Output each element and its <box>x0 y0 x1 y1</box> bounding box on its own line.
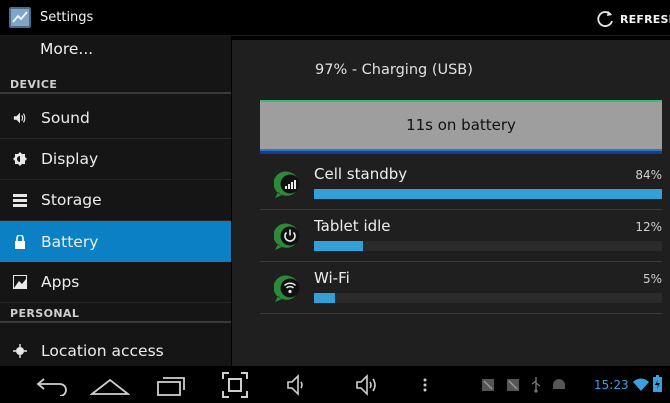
section-label: DEVICE <box>10 78 58 91</box>
sidebar-item-label: Storage <box>41 191 102 209</box>
sidebar-item-label: Display <box>41 150 99 168</box>
speaker-icon <box>13 111 27 125</box>
apps-icon <box>13 275 27 289</box>
usb-icon <box>531 377 541 393</box>
sidebar-item-storage[interactable]: Storage <box>0 180 231 221</box>
sidebar-item-label: Location access <box>41 342 164 360</box>
battery-status: 97% - Charging (USB) <box>315 62 473 78</box>
refresh-label: REFRESH <box>620 12 670 26</box>
volume-down-button[interactable] <box>286 372 308 398</box>
usage-row-tablet-idle[interactable]: Tablet idle 12% <box>260 210 662 262</box>
sidebar-item-label: Battery <box>41 232 99 251</box>
usage-percent: 5% <box>642 272 662 286</box>
section-header-personal: PERSONAL <box>0 303 231 323</box>
notification-icon <box>507 379 519 391</box>
android-debug-icon <box>553 379 565 389</box>
settings-sidebar: More... DEVICE Sound Display Storage Bat… <box>0 36 231 366</box>
sidebar-item-label: Sound <box>41 109 90 127</box>
wifi-icon <box>274 275 300 302</box>
recent-apps-button[interactable] <box>156 372 186 398</box>
refresh-button[interactable]: REFRESH <box>596 8 670 30</box>
storage-icon <box>13 193 27 207</box>
section-header-device: DEVICE <box>0 74 231 94</box>
usage-bar-fill <box>314 241 363 251</box>
usage-percent: 84% <box>635 168 662 182</box>
usage-bar-track <box>314 241 662 251</box>
sidebar-item-label: More... <box>40 40 94 58</box>
home-button[interactable] <box>90 372 130 398</box>
usage-row-cell-standby[interactable]: Cell standby 84% <box>260 158 662 210</box>
settings-app-icon[interactable] <box>9 7 31 28</box>
battery-status-icon <box>653 375 662 392</box>
recent-apps-icon <box>157 377 185 396</box>
cell-signal-icon <box>274 171 300 198</box>
overflow-menu-icon <box>423 378 427 392</box>
back-button[interactable] <box>34 372 68 398</box>
volume-up-button[interactable] <box>355 372 381 398</box>
back-icon <box>36 378 67 396</box>
usage-name: Tablet idle <box>314 217 391 235</box>
screenshot-button[interactable] <box>222 372 248 398</box>
action-bar: Settings REFRESH <box>0 0 670 36</box>
usage-row-wifi[interactable]: Wi-Fi 5% <box>260 262 662 314</box>
usage-bar-fill <box>314 293 335 303</box>
section-label: PERSONAL <box>10 307 80 320</box>
screenshot-icon <box>222 372 248 398</box>
usage-name: Cell standby <box>314 165 408 183</box>
home-icon <box>90 378 130 395</box>
refresh-icon <box>597 11 613 27</box>
clock: 15:23 <box>594 378 629 392</box>
sidebar-item-display[interactable]: Display <box>0 139 231 180</box>
notification-icon <box>482 379 494 391</box>
sidebar-item-apps[interactable]: Apps <box>0 262 231 303</box>
system-nav-bar: 15:23 <box>0 366 670 403</box>
lock-icon <box>13 234 27 249</box>
sidebar-item-battery[interactable]: Battery <box>0 221 231 262</box>
volume-down-icon <box>287 374 303 396</box>
power-icon <box>274 223 300 250</box>
usage-name: Wi-Fi <box>314 269 350 287</box>
usage-percent: 12% <box>635 220 662 234</box>
page-title: Settings <box>40 10 94 25</box>
usage-bar-track <box>314 189 662 199</box>
menu-button[interactable] <box>420 372 430 398</box>
graph-label: 11s on battery <box>406 116 516 134</box>
sidebar-item-location-access[interactable]: Location access <box>0 331 231 366</box>
battery-history-graph[interactable]: 11s on battery <box>260 100 662 151</box>
location-icon <box>13 344 27 358</box>
battery-panel: 97% - Charging (USB) 11s on battery Cell… <box>232 40 670 366</box>
sidebar-item-label: Apps <box>41 273 80 291</box>
volume-up-icon <box>356 374 376 396</box>
brightness-icon <box>13 152 27 166</box>
usage-bar-fill <box>314 189 662 199</box>
sidebar-item-sound[interactable]: Sound <box>0 98 231 139</box>
wifi-status-icon <box>633 378 649 391</box>
sidebar-item-more[interactable]: More... <box>0 36 231 72</box>
usage-bar-track <box>314 293 662 303</box>
graph-divider <box>260 151 662 154</box>
